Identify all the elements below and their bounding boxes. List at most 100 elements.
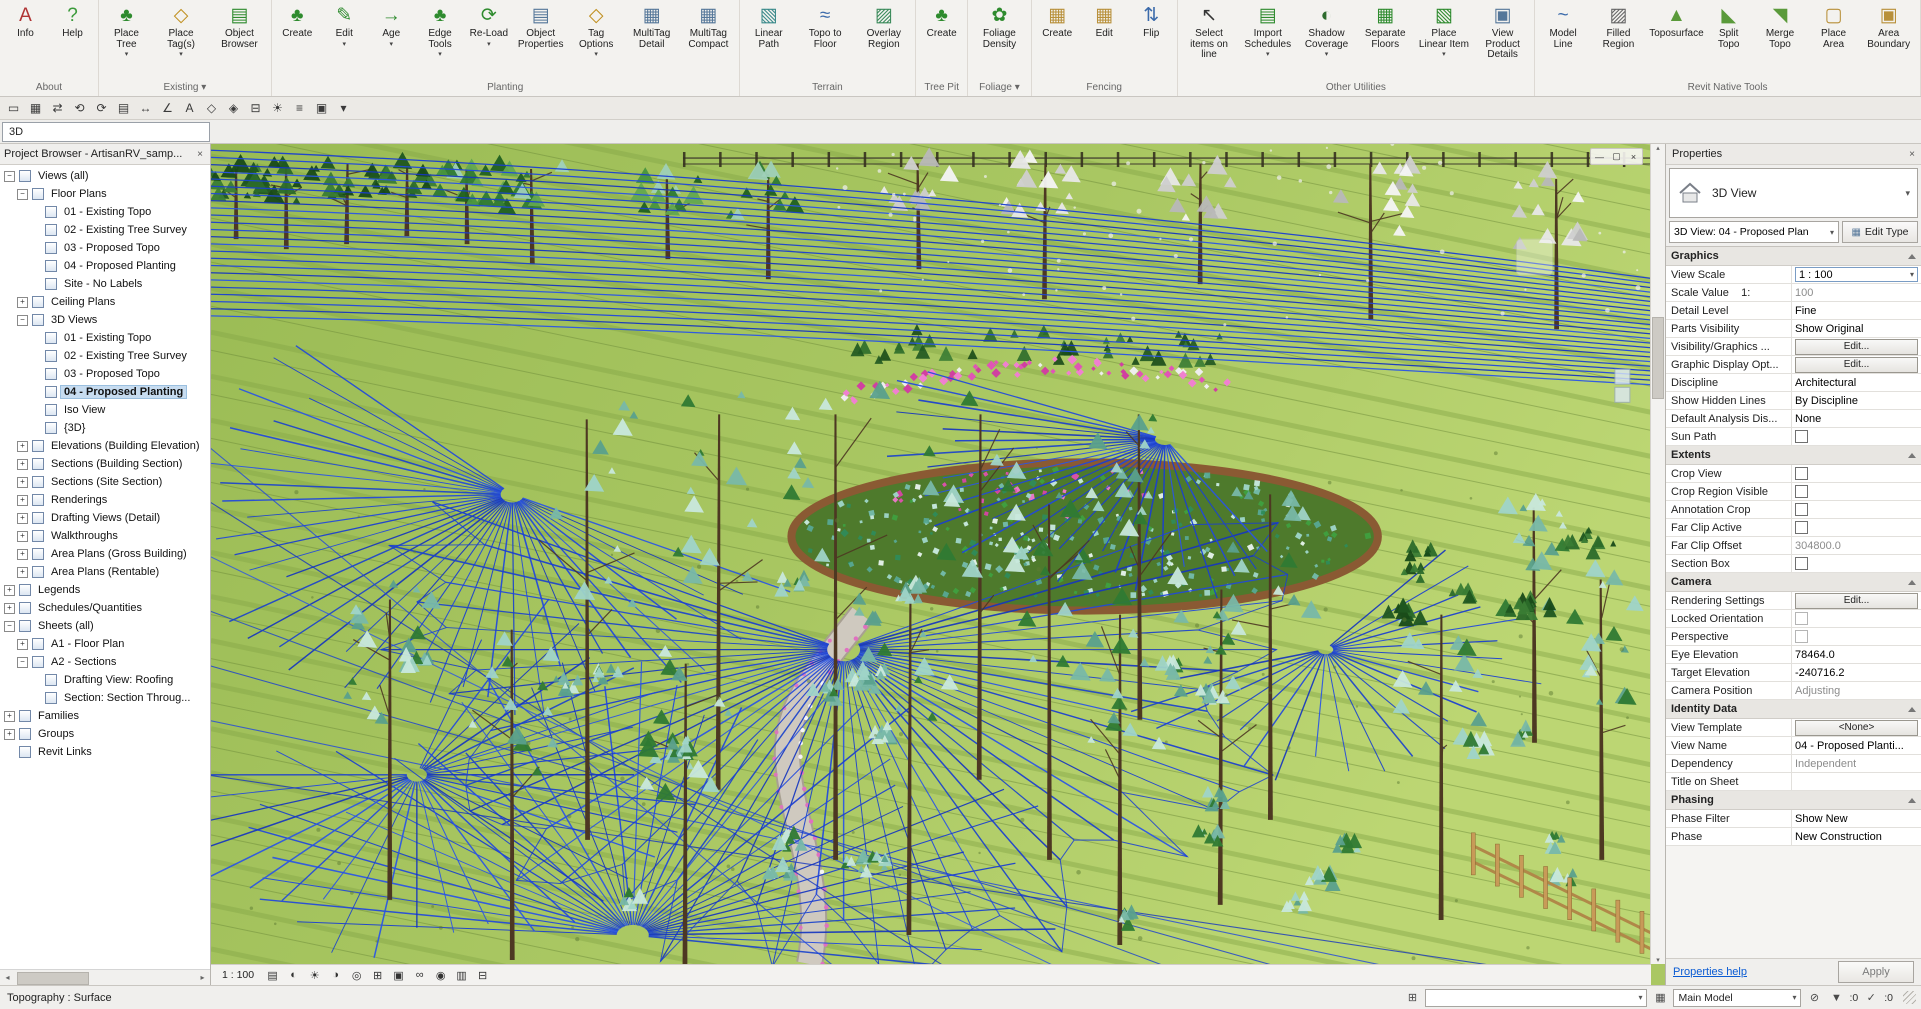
detail-level-icon[interactable]: ▤ [263,967,282,983]
section-button[interactable]: ⊟ [245,99,266,118]
expand-icon[interactable]: + [17,296,28,308]
expand-icon[interactable]: + [4,602,15,614]
tree-item-3d[interactable]: {3D} [0,419,210,437]
expand-icon[interactable]: + [17,494,28,506]
section-header-phasing[interactable]: Phasing [1666,791,1921,810]
tree-item-04-proposed-planting[interactable]: 04 - Proposed Planting [0,257,210,275]
property-checkbox[interactable] [1795,630,1808,643]
tree-item-revit-links[interactable]: Revit Links [0,743,210,761]
expand-icon[interactable]: + [17,530,28,542]
select-items-on-line-button[interactable]: ↖ Select items on line [1180,2,1239,80]
place-tag-s-button[interactable]: ◇ Place Tag(s) ▾ [152,2,210,80]
linear-path-button[interactable]: ▧ Linear Path [742,2,796,80]
customize-qat-button[interactable]: ▾ [333,99,354,118]
property-checkbox[interactable] [1795,521,1808,534]
tree-item-drafting-view-roofing[interactable]: Drafting View: Roofing [0,671,210,689]
object-properties-button[interactable]: ▤ Object Properties [512,2,569,80]
switch-windows-button[interactable]: ▣ [311,99,332,118]
text-button[interactable]: A [179,99,200,118]
help-button[interactable]: ? Help [49,2,96,80]
tree-item-02-existing-tree-survey[interactable]: 02 - Existing Tree Survey [0,347,210,365]
tree-item-walkthroughs[interactable]: + Walkthroughs [0,527,210,545]
active-workset-select[interactable]: ▾ [1425,988,1648,1007]
edge-tools-button[interactable]: ♣ Edge Tools ▾ [415,2,466,80]
shadows-icon[interactable]: ◑ [326,967,345,983]
show-crop-region-icon[interactable]: ▣ [389,967,408,983]
scroll-right-icon[interactable]: ▸ [195,973,210,982]
multitag-compact-button[interactable]: ▦ MultiTag Compact [680,2,737,80]
foliage-density-button[interactable]: ✿ Foliage Density [970,2,1029,80]
property-value-text[interactable]: Adjusting [1795,685,1840,697]
resize-grip[interactable] [1903,991,1916,1004]
expand-icon[interactable]: + [17,638,28,650]
apply-button[interactable]: Apply [1838,961,1914,983]
tree-item-a2-sections[interactable]: − A2 - Sections [0,653,210,671]
expand-icon[interactable]: + [4,728,15,740]
sun-path-icon[interactable]: ☀ [305,967,324,983]
close-icon[interactable]: × [194,149,206,160]
scroll-track[interactable] [15,972,195,985]
multitag-detail-button[interactable]: ▦ MultiTag Detail [623,2,680,80]
tree-item-iso-view[interactable]: Iso View [0,401,210,419]
property-value-text[interactable]: Architectural [1795,377,1856,389]
model-line-button[interactable]: ~ Model Line [1537,2,1589,80]
expand-icon[interactable]: + [17,566,28,578]
active-design-option-select[interactable]: Main Model ▾ [1673,988,1802,1007]
create-button[interactable]: ♣ Create [274,2,321,80]
design-options-icon[interactable]: ▦ [1651,990,1669,1006]
tree-item-drafting-views-detail[interactable]: + Drafting Views (Detail) [0,509,210,527]
save-button[interactable]: ▦ [25,99,46,118]
project-browser-hscrollbar[interactable]: ◂ ▸ [0,969,210,985]
tree-item-sections-site-section[interactable]: + Sections (Site Section) [0,473,210,491]
re-load-button[interactable]: ⟳ Re-Load ▾ [465,2,512,80]
property-value-text[interactable]: -240716.2 [1795,667,1845,679]
property-value-text[interactable]: 78464.0 [1795,649,1835,661]
section-header-identity-data[interactable]: Identity Data [1666,700,1921,719]
edit-button[interactable]: ✎ Edit ▾ [321,2,368,80]
property-edit-button[interactable]: <None> [1795,719,1918,736]
property-checkbox[interactable] [1795,503,1808,516]
selection-check-icon[interactable]: ✓ [1862,990,1880,1006]
view-scale-button[interactable]: 1 : 100 [215,967,261,983]
split-topo-button[interactable]: ◣ Split Topo [1705,2,1752,80]
collapse-icon[interactable]: − [17,188,28,200]
property-edit-button[interactable]: Edit... [1795,592,1918,609]
vscroll-thumb[interactable] [1652,317,1664,399]
tree-item-schedules-quantities[interactable]: + Schedules/Quantities [0,599,210,617]
expand-icon[interactable]: + [17,440,28,452]
property-value-text[interactable]: Independent [1795,758,1856,770]
vscroll-track[interactable] [1651,152,1665,956]
property-value-text[interactable]: New Construction [1795,831,1882,843]
sync-button[interactable]: ⇄ [47,99,68,118]
drawing-canvas[interactable] [211,144,1651,964]
area-boundary-button[interactable]: ▣ Area Boundary [1859,2,1918,80]
measure-button[interactable]: ↔ [135,99,156,118]
temporary-hide-isolate-icon[interactable]: ∞ [410,967,429,983]
expand-icon[interactable]: + [17,548,28,560]
print-button[interactable]: ▤ [113,99,134,118]
close-icon[interactable]: × [1909,149,1915,160]
tree-item-families[interactable]: + Families [0,707,210,725]
property-checkbox[interactable] [1795,557,1808,570]
tree-item-01-existing-topo[interactable]: 01 - Existing Topo [0,329,210,347]
expand-icon[interactable]: + [17,458,28,470]
edit-type-button[interactable]: ▦ Edit Type [1842,221,1918,243]
property-value-text[interactable]: 304800.0 [1795,540,1841,552]
tag-options-button[interactable]: ◇ Tag Options ▾ [569,2,623,80]
reveal-hidden-elements-icon[interactable]: ◉ [431,967,450,983]
tree-item-area-plans-gross-building[interactable]: + Area Plans (Gross Building) [0,545,210,563]
visual-style-icon[interactable]: ◐ [284,967,303,983]
collapse-icon[interactable]: − [17,314,28,326]
flip-button[interactable]: ⇅ Flip [1128,2,1175,80]
show-constraints-icon[interactable]: ⊟ [473,967,492,983]
info-button[interactable]: A Info [2,2,49,80]
shadow-coverage-button[interactable]: ◐ Shadow Coverage ▾ [1297,2,1356,80]
default-3d-view-button[interactable]: ◈ [223,99,244,118]
property-edit-button[interactable]: Edit... [1795,338,1918,355]
tree-item-03-proposed-topo[interactable]: 03 - Proposed Topo [0,239,210,257]
tree-item-floor-plans[interactable]: − Floor Plans [0,185,210,203]
filter-icon[interactable]: ▼ [1827,990,1845,1006]
toposurface-button[interactable]: ▲ Toposurface [1648,2,1705,80]
undo-button[interactable]: ⟲ [69,99,90,118]
property-checkbox[interactable] [1795,485,1808,498]
